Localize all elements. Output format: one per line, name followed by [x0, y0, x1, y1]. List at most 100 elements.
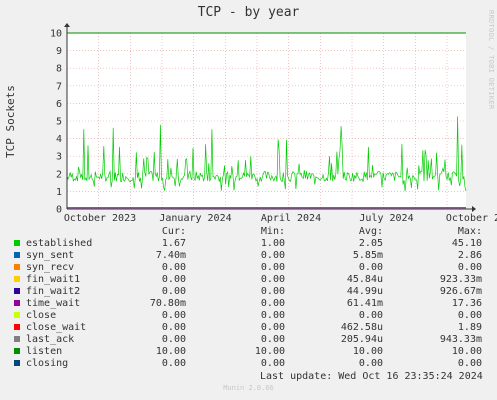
- legend-avg-value: 10.00: [352, 346, 383, 357]
- legend-swatch: [14, 324, 20, 330]
- legend-cur-value: 0.00: [161, 310, 186, 321]
- legend-min-value: 0.00: [260, 334, 285, 345]
- legend-series-name: close_wait: [26, 322, 87, 333]
- y-tick-label: 8: [56, 64, 62, 75]
- legend-swatch: [14, 252, 20, 258]
- munin-graph: TCP - by year TCP Sockets RRDTOOL / TOBI…: [0, 0, 497, 400]
- legend-cur-value: 0.00: [161, 262, 186, 273]
- legend-row-last-ack: last_ack 0.00 0.00 205.94u 943.33m: [0, 334, 497, 346]
- x-axis-arrow-icon: [472, 206, 476, 212]
- legend-series-name: fin_wait1: [26, 274, 81, 285]
- legend-row-close: close 0.00 0.00 0.00 0.00: [0, 310, 497, 322]
- legend-max-value: 45.10: [451, 238, 482, 249]
- y-tick-label: 0: [56, 205, 62, 216]
- legend-avg-value: 462.58u: [340, 322, 383, 333]
- legend-avg-value: 5.85m: [352, 250, 383, 261]
- legend-avg-value: 0.00: [358, 310, 383, 321]
- legend-header-min: Min:: [260, 226, 285, 237]
- legend-avg-value: 44.99u: [346, 286, 383, 297]
- legend-row-established: established 1.67 1.00 2.05 45.10: [0, 238, 497, 250]
- legend-series-name: listen: [26, 346, 63, 357]
- legend-row-syn-sent: syn_sent 7.40m 0.00 5.85m 2.86: [0, 250, 497, 262]
- legend-header-avg: Avg:: [358, 226, 383, 237]
- x-tick-label: January 2024: [159, 213, 231, 224]
- legend-row-listen: listen 10.00 10.00 10.00 10.00: [0, 346, 497, 358]
- y-tick-label: 5: [56, 117, 62, 128]
- legend-header-max: Max:: [457, 226, 482, 237]
- legend-avg-value: 45.84u: [346, 274, 383, 285]
- legend-cur-value: 0.00: [161, 274, 186, 285]
- legend-cur-value: 0.00: [161, 322, 186, 333]
- legend-min-value: 10.00: [254, 346, 285, 357]
- legend-max-value: 0.00: [457, 262, 482, 273]
- x-tick-label: October 2024: [446, 213, 497, 224]
- legend-swatch: [14, 300, 20, 306]
- y-tick-label: 2: [56, 169, 62, 180]
- x-tick-label: July 2024: [359, 213, 413, 224]
- legend-series-name: last_ack: [26, 334, 75, 345]
- x-tick-label: April 2024: [261, 213, 321, 224]
- legend-min-value: 0.00: [260, 274, 285, 285]
- legend-max-value: 0.00: [457, 310, 482, 321]
- chart-plot: 0 1 2 3 4 5 6 7 8 9 10 October 2023 January 2024 Apri…: [50, 23, 497, 224]
- legend-min-value: 0.00: [260, 250, 285, 261]
- legend-row-syn-recv: syn_recv 0.00 0.00 0.00 0.00: [0, 262, 497, 274]
- legend-max-value: 2.86: [457, 250, 482, 261]
- y-tick-label: 9: [56, 46, 62, 57]
- legend-max-value: 10.00: [451, 346, 482, 357]
- legend-min-value: 0.00: [260, 286, 285, 297]
- legend-cur-value: 70.80m: [149, 298, 186, 309]
- legend-series-name: closing: [26, 358, 69, 369]
- legend-row-time-wait: time_wait 70.80m 0.00 61.41m 17.36: [0, 298, 497, 310]
- legend-cur-value: 10.00: [155, 346, 186, 357]
- legend-series-name: fin_wait2: [26, 286, 81, 297]
- legend-header: Cur: Min: Avg: Max:: [0, 226, 497, 238]
- legend-min-value: 0.00: [260, 358, 285, 369]
- legend-min-value: 0.00: [260, 322, 285, 333]
- legend-avg-value: 61.41m: [346, 298, 383, 309]
- legend-series-name: time_wait: [26, 298, 81, 309]
- legend-header-cur: Cur:: [161, 226, 186, 237]
- legend-cur-value: 7.40m: [155, 250, 186, 261]
- legend-min-value: 0.00: [260, 262, 285, 273]
- legend-min-value: 1.00: [260, 238, 285, 249]
- legend-max-value: 17.36: [451, 298, 482, 309]
- legend-max-value: 1.89: [457, 322, 482, 333]
- legend-series-name: syn_recv: [26, 262, 75, 273]
- legend-row-fin-wait2: fin_wait2 0.00 0.00 44.99u 926.67m: [0, 286, 497, 298]
- x-tick-label: October 2023: [64, 213, 136, 224]
- legend-avg-value: 0.00: [358, 358, 383, 369]
- legend-avg-value: 2.05: [358, 238, 383, 249]
- legend-series-name: close: [26, 310, 57, 321]
- legend-cur-value: 0.00: [161, 334, 186, 345]
- y-tick-label: 7: [56, 81, 62, 92]
- y-tick-label: 3: [56, 152, 62, 163]
- legend-max-value: 943.33m: [439, 334, 482, 345]
- y-tick-label: 1: [56, 187, 62, 198]
- legend-swatch: [14, 312, 20, 318]
- legend-series-name: established: [26, 238, 93, 249]
- legend-max-value: 0.00: [457, 358, 482, 369]
- legend-row-fin-wait1: fin_wait1 0.00 0.00 45.84u 923.33m: [0, 274, 497, 286]
- y-tick-label: 4: [56, 134, 62, 145]
- legend-swatch: [14, 264, 20, 270]
- legend-swatch: [14, 240, 20, 246]
- y-axis-arrow-icon: [64, 23, 70, 27]
- y-tick-label: 6: [56, 99, 62, 110]
- legend-max-value: 923.33m: [439, 274, 482, 285]
- legend-row-close-wait: close_wait 0.00 0.00 462.58u 1.89: [0, 322, 497, 334]
- legend-row-closing: closing 0.00 0.00 0.00 0.00: [0, 358, 497, 370]
- legend-avg-value: 205.94u: [340, 334, 383, 345]
- legend-swatch: [14, 336, 20, 342]
- legend-min-value: 0.00: [260, 310, 285, 321]
- legend-series-name: syn_sent: [26, 250, 75, 261]
- y-tick-label: 10: [50, 29, 62, 40]
- legend-cur-value: 1.67: [161, 238, 186, 249]
- legend-swatch: [14, 348, 20, 354]
- legend-cur-value: 0.00: [161, 286, 186, 297]
- munin-version: Munin 2.0.66: [223, 384, 274, 392]
- legend-avg-value: 0.00: [358, 262, 383, 273]
- legend-max-value: 926.67m: [439, 286, 482, 297]
- legend-min-value: 0.00: [260, 298, 285, 309]
- legend-swatch: [14, 276, 20, 282]
